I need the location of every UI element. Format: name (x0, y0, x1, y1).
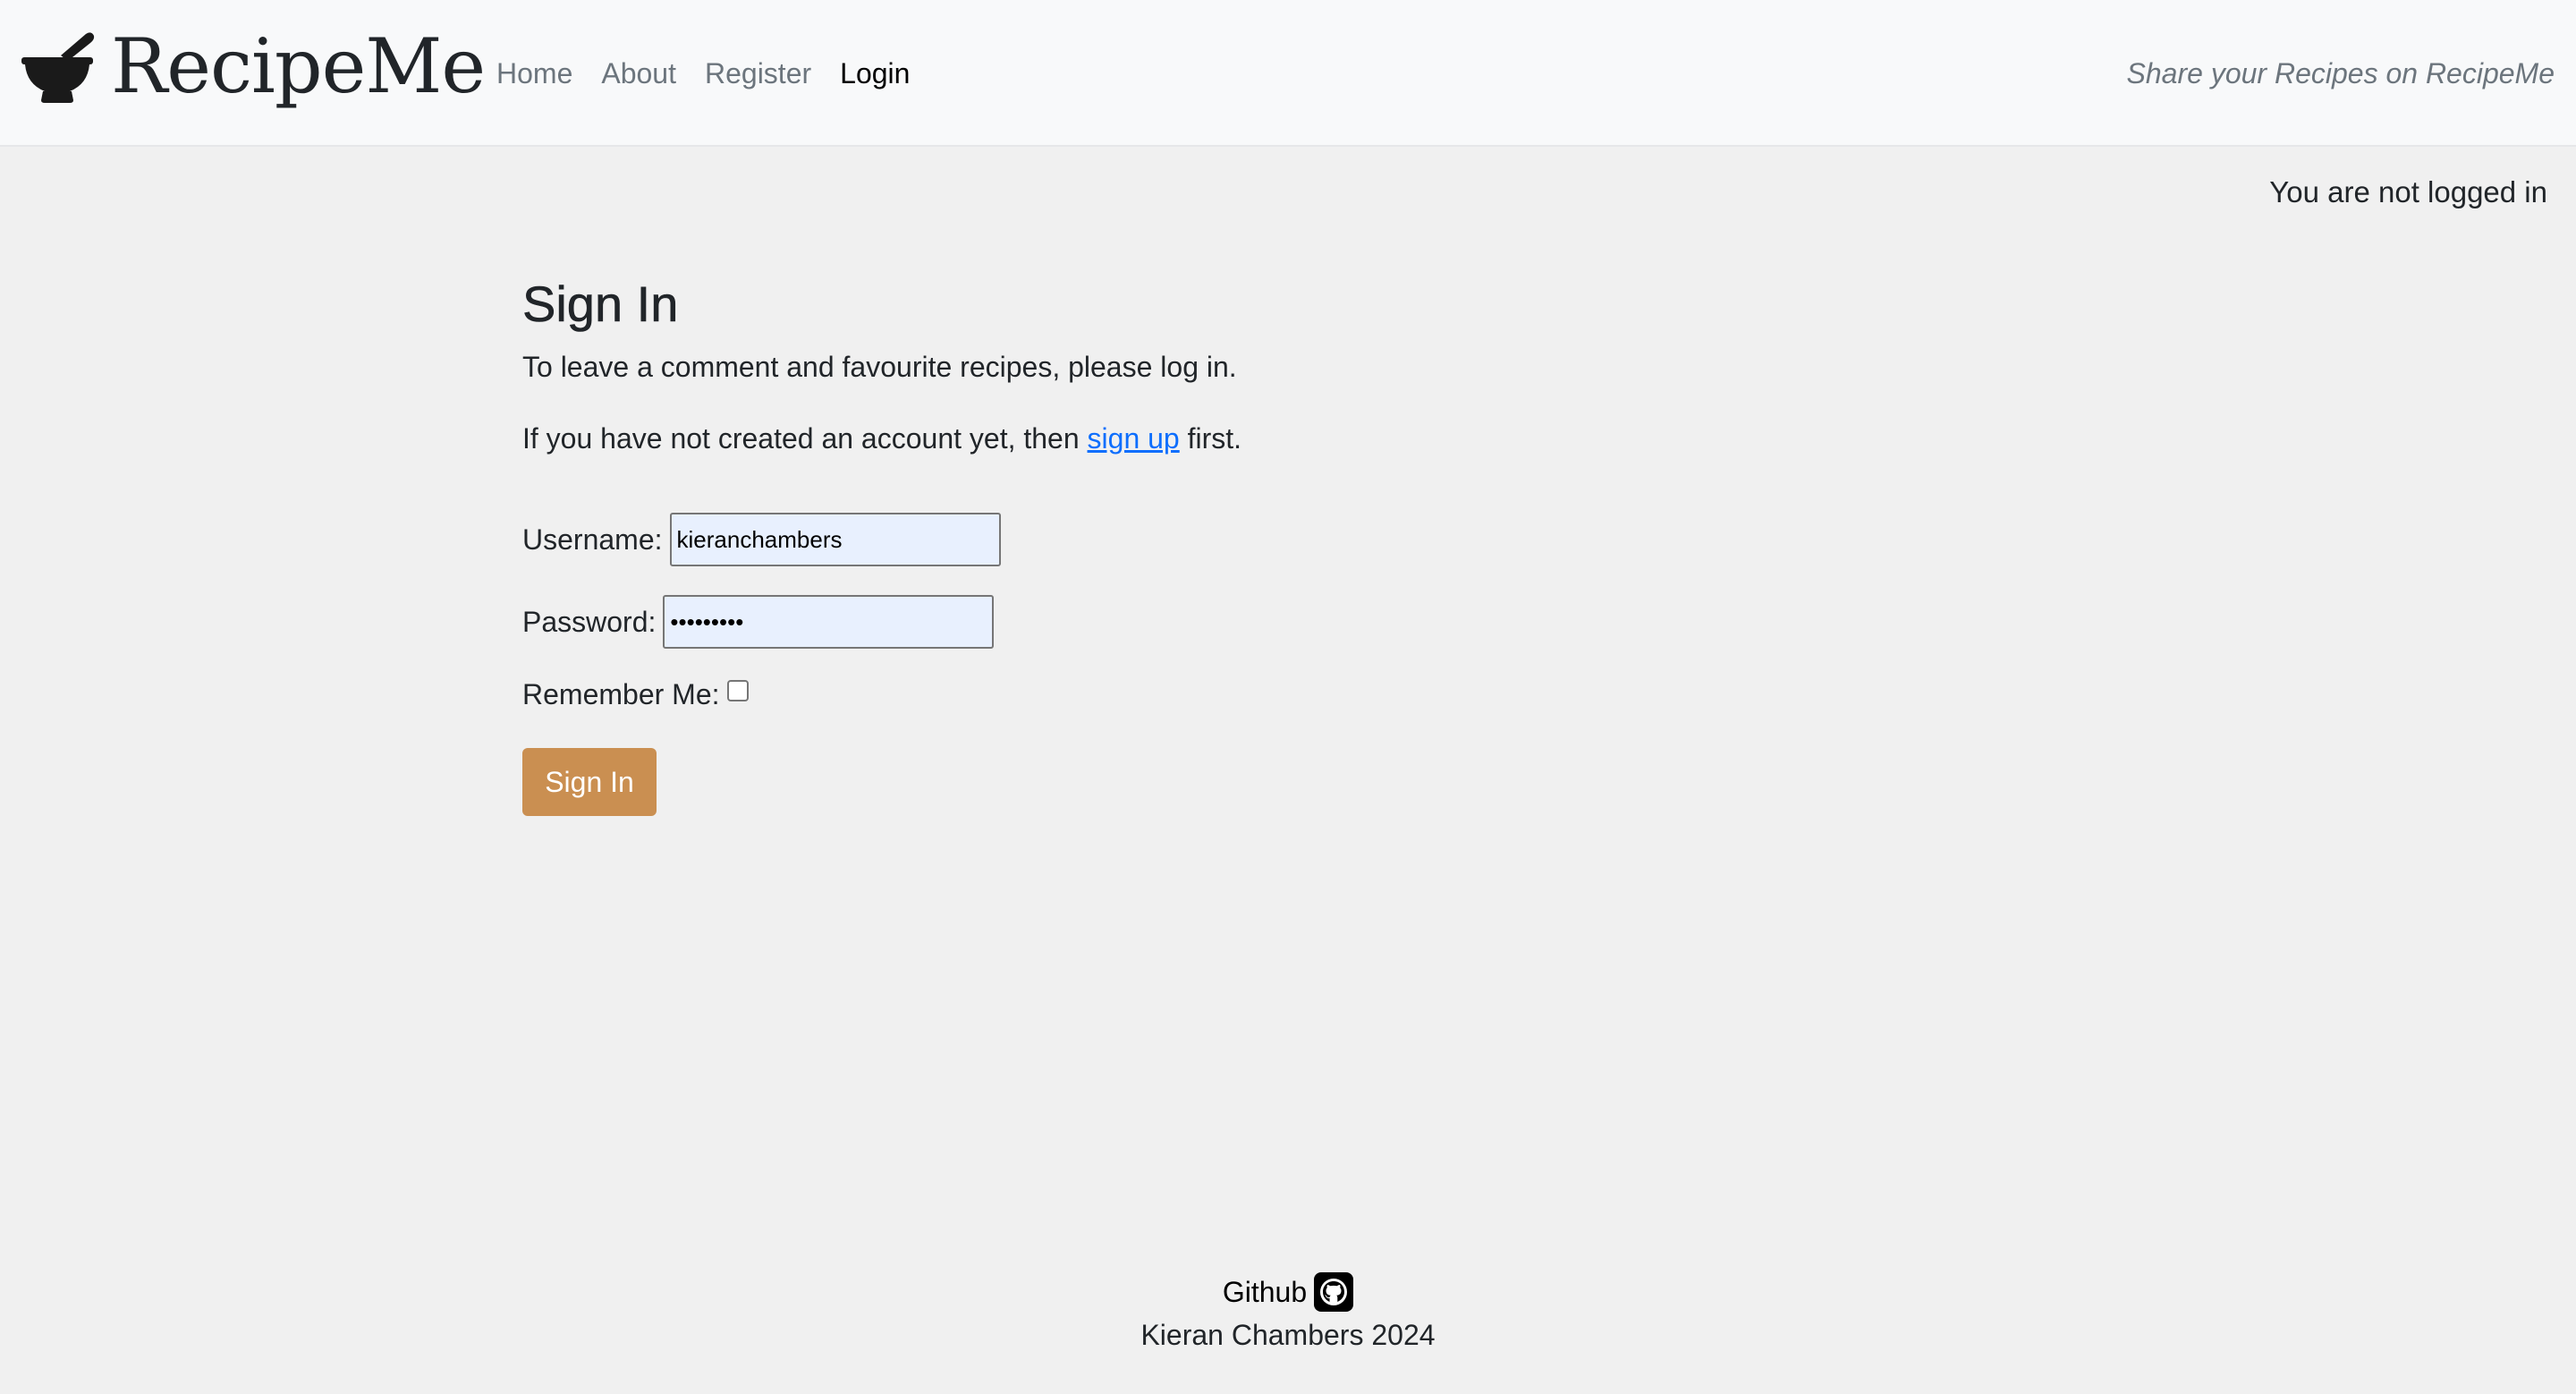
username-label: Username: (522, 523, 663, 556)
login-form: Username: Password: Remember Me: Sign In (522, 512, 1596, 816)
remember-row: Remember Me: (522, 673, 1596, 716)
mortar-pestle-icon (21, 32, 95, 103)
intro-text: To leave a comment and favourite recipes… (522, 351, 1237, 383)
password-input[interactable] (663, 595, 995, 649)
username-row: Username: (522, 512, 1596, 567)
remember-checkbox[interactable] (726, 680, 749, 701)
github-icon[interactable] (1314, 1272, 1354, 1312)
signup-prompt: If you have not created an account yet, … (522, 417, 1596, 460)
password-label: Password: (522, 605, 657, 638)
signup-prefix: If you have not created an account yet, … (522, 422, 1088, 455)
nav-login[interactable]: Login (840, 52, 910, 95)
signin-button[interactable]: Sign In (522, 748, 657, 816)
nav-register[interactable]: Register (705, 52, 811, 95)
username-input[interactable] (669, 513, 1001, 566)
nav-about[interactable]: About (601, 52, 676, 95)
password-row: Password: (522, 594, 1596, 650)
brand-name: RecipeMe (111, 22, 486, 110)
github-label: Github (1222, 1276, 1308, 1308)
page-title: Sign In (522, 276, 679, 333)
brand-link[interactable]: RecipeMe (20, 21, 486, 111)
footer: Github Kieran Chambers 2024 (0, 1271, 2576, 1356)
login-status: You are not logged in (2269, 175, 2547, 208)
signup-suffix: first. (1179, 422, 1242, 455)
signin-section: Sign In To leave a comment and favourite… (522, 268, 1596, 816)
remember-label: Remember Me: (522, 677, 720, 710)
footer-copyright: Kieran Chambers 2024 (1140, 1319, 1436, 1351)
navbar: RecipeMe Home About Register Login Share… (0, 0, 2576, 147)
nav-home[interactable]: Home (496, 52, 572, 95)
signup-link[interactable]: sign up (1088, 422, 1180, 455)
main-nav: Home About Register Login (496, 52, 938, 95)
tagline: Share your Recipes on RecipeMe (2126, 57, 2555, 89)
footer-github: Github (0, 1271, 2576, 1313)
